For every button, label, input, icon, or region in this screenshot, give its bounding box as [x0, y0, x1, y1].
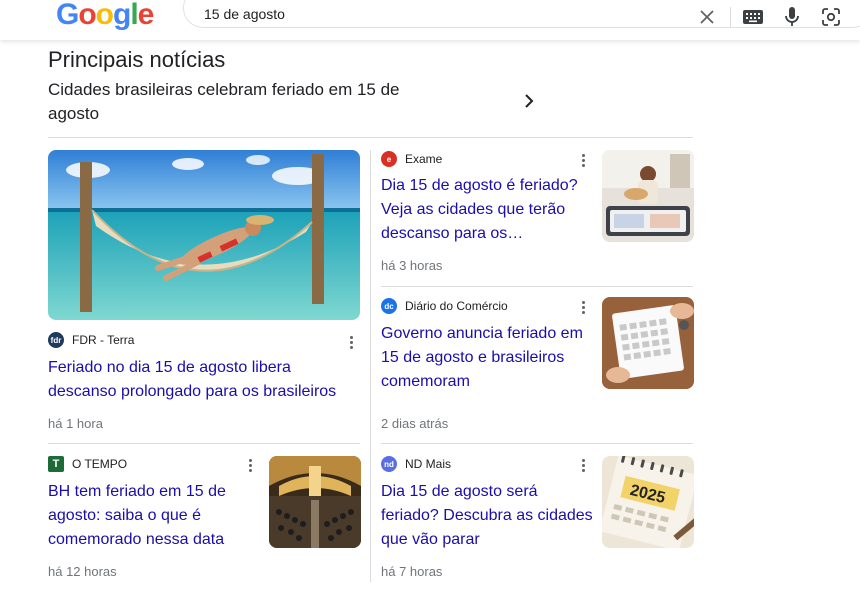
logo-letter: e	[137, 0, 155, 31]
logo-letter: g	[113, 0, 131, 31]
source-name: Exame	[405, 152, 443, 166]
church-interior-image[interactable]	[269, 456, 361, 548]
keyboard-icon[interactable]	[741, 5, 765, 29]
favicon-text: T	[52, 458, 60, 470]
calendar-hands-image[interactable]	[602, 297, 694, 389]
divider	[48, 137, 693, 138]
section-subtitle[interactable]: Cidades brasileiras celebram feriado em …	[48, 78, 408, 126]
article-source[interactable]: dc Diário do Comércio	[381, 298, 508, 314]
favicon-text: nd	[384, 459, 394, 469]
source-name: Diário do Comércio	[405, 299, 508, 313]
search-input[interactable]: 15 de agosto	[204, 6, 285, 22]
section-title: Principais notícias	[48, 47, 226, 72]
divider	[381, 286, 693, 287]
search-header: Google 15 de agosto	[0, 0, 860, 40]
article-headline[interactable]: Governo anuncia feriado em 15 de agosto …	[381, 322, 591, 394]
logo-letter: l	[130, 0, 138, 31]
source-favicon: fdr	[48, 332, 64, 348]
article-time: há 12 horas	[48, 564, 117, 579]
article-source[interactable]: fdr FDR - Terra	[48, 332, 134, 348]
logo-letter: G	[56, 0, 79, 31]
article-time: há 3 horas	[381, 258, 443, 273]
woman-suitcase-image[interactable]	[602, 150, 694, 242]
article-headline[interactable]: BH tem feriado em 15 de agosto: saiba o …	[48, 480, 258, 552]
microphone-icon[interactable]	[780, 5, 804, 29]
divider	[381, 443, 693, 444]
column-divider	[370, 150, 371, 582]
hammock-beach-image[interactable]	[48, 150, 360, 320]
logo-letter: o	[95, 0, 114, 31]
source-favicon: dc	[381, 298, 397, 314]
article-headline[interactable]: Dia 15 de agosto será feriado? Descubra …	[381, 480, 599, 552]
article-headline[interactable]: Dia 15 de agosto é feriado? Veja as cida…	[381, 174, 591, 246]
source-favicon: e	[381, 151, 397, 167]
favicon-text: dc	[384, 301, 394, 311]
more-options-icon[interactable]	[575, 456, 591, 474]
source-name: FDR - Terra	[72, 333, 135, 347]
calendar-2025-image[interactable]: 2025	[602, 456, 694, 548]
more-options-icon[interactable]	[575, 151, 591, 169]
more-options-icon[interactable]	[242, 456, 258, 474]
article-source[interactable]: e Exame	[381, 151, 442, 167]
google-logo[interactable]: Google	[56, 0, 155, 32]
clear-icon[interactable]	[695, 5, 719, 29]
divider	[48, 443, 360, 444]
favicon-text: fdr	[50, 335, 62, 345]
search-box[interactable]: 15 de agosto	[183, 0, 860, 28]
lens-icon[interactable]	[819, 5, 843, 29]
chevron-right-icon[interactable]	[519, 91, 539, 111]
article-time: 2 dias atrás	[381, 416, 449, 431]
more-options-icon[interactable]	[575, 298, 591, 316]
source-name: O TEMPO	[72, 457, 128, 471]
logo-letter: o	[78, 0, 96, 31]
article-source[interactable]: T O TEMPO	[48, 456, 127, 472]
article-source[interactable]: nd ND Mais	[381, 456, 451, 472]
more-options-icon[interactable]	[343, 333, 359, 351]
article-time: há 7 horas	[381, 564, 443, 579]
favicon-text: e	[386, 154, 392, 164]
article-headline[interactable]: Feriado no dia 15 de agosto libera desca…	[48, 356, 358, 404]
divider	[730, 7, 731, 27]
source-name: ND Mais	[405, 457, 452, 471]
article-time: há 1 hora	[48, 416, 103, 431]
source-favicon: T	[48, 456, 64, 472]
source-favicon: nd	[381, 456, 397, 472]
